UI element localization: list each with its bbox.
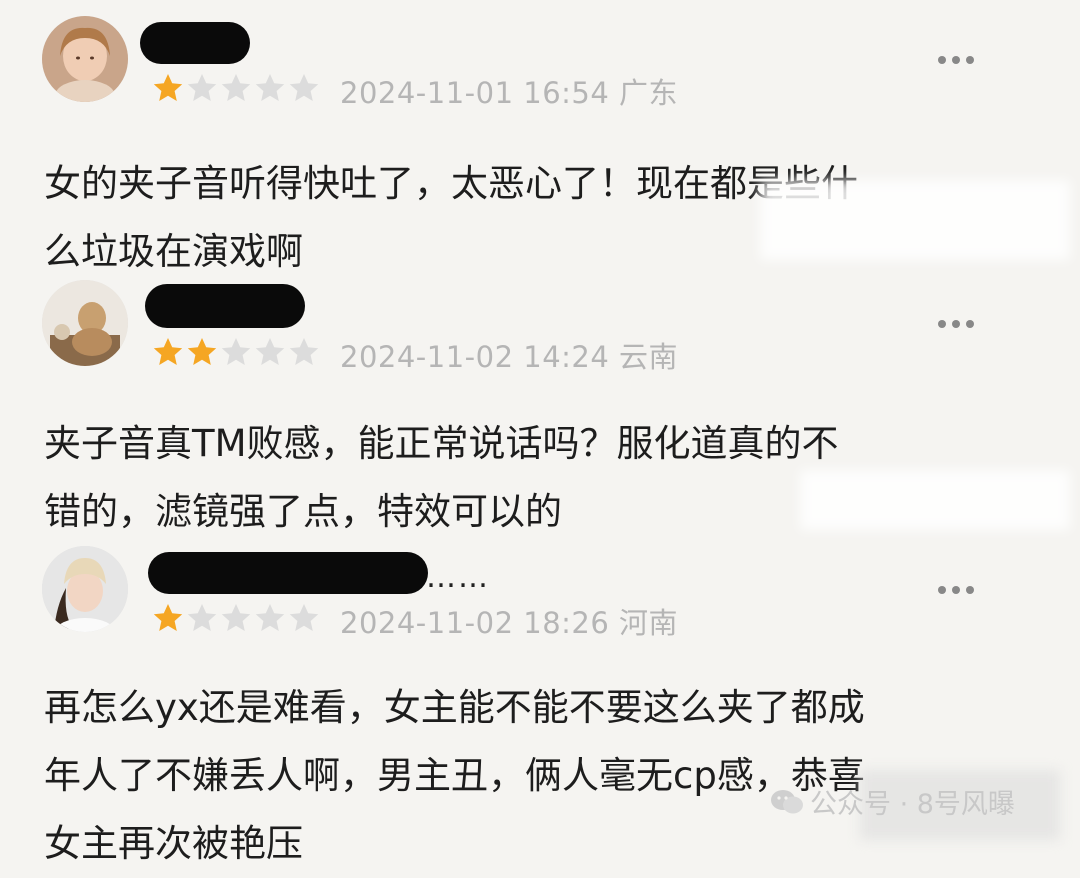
star-empty-icon xyxy=(254,336,286,368)
girl-avatar-icon[interactable] xyxy=(42,16,128,102)
star-empty-icon xyxy=(254,72,286,104)
review-date: 2024-11-02 14:24 xyxy=(340,340,610,374)
review-region: 广东 xyxy=(619,76,679,110)
review-text: 再怎么yx还是难看，女主能不能不要这么夹了都成 年人了不嫌丢人啊，男主丑，俩人毫… xyxy=(44,686,865,865)
star-empty-icon xyxy=(220,602,252,634)
star-rating xyxy=(152,72,320,104)
star-rating xyxy=(152,336,320,368)
review-region: 云南 xyxy=(619,340,679,374)
redacted-username xyxy=(140,22,250,64)
watermark: 公众号 · 8号风曝 xyxy=(770,782,1015,821)
review-region: 河南 xyxy=(619,606,679,640)
star-empty-icon xyxy=(186,72,218,104)
review-date: 2024-11-02 18:26 xyxy=(340,606,610,640)
star-empty-icon xyxy=(220,72,252,104)
star-empty-icon xyxy=(254,602,286,634)
star-filled-icon xyxy=(152,602,184,634)
star-filled-icon xyxy=(186,336,218,368)
review-meta: 2024-11-01 16:54 广东 xyxy=(340,70,678,112)
more-options-icon[interactable] xyxy=(938,320,974,328)
review-date: 2024-11-01 16:54 xyxy=(340,76,610,110)
star-empty-icon xyxy=(288,72,320,104)
star-filled-icon xyxy=(152,72,184,104)
wechat-icon xyxy=(771,789,803,813)
star-empty-icon xyxy=(288,336,320,368)
review-meta: 2024-11-02 14:24 云南 xyxy=(340,334,678,376)
star-rating xyxy=(152,602,320,634)
username-ellipsis: …… xyxy=(426,560,490,595)
redacted-username xyxy=(148,552,428,594)
figurine-avatar-icon[interactable] xyxy=(42,280,128,366)
star-empty-icon xyxy=(220,336,252,368)
more-options-icon[interactable] xyxy=(938,56,974,64)
redacted-username xyxy=(145,284,305,328)
star-filled-icon xyxy=(152,336,184,368)
star-empty-icon xyxy=(288,602,320,634)
review-meta: 2024-11-02 18:26 河南 xyxy=(340,600,678,642)
star-empty-icon xyxy=(186,602,218,634)
blur-overlay xyxy=(800,470,1070,530)
more-options-icon[interactable] xyxy=(938,586,974,594)
blur-overlay xyxy=(760,180,1070,260)
woman-beanie-avatar-icon[interactable] xyxy=(42,546,128,632)
watermark-text: 公众号 · 8号风曝 xyxy=(810,789,1015,820)
